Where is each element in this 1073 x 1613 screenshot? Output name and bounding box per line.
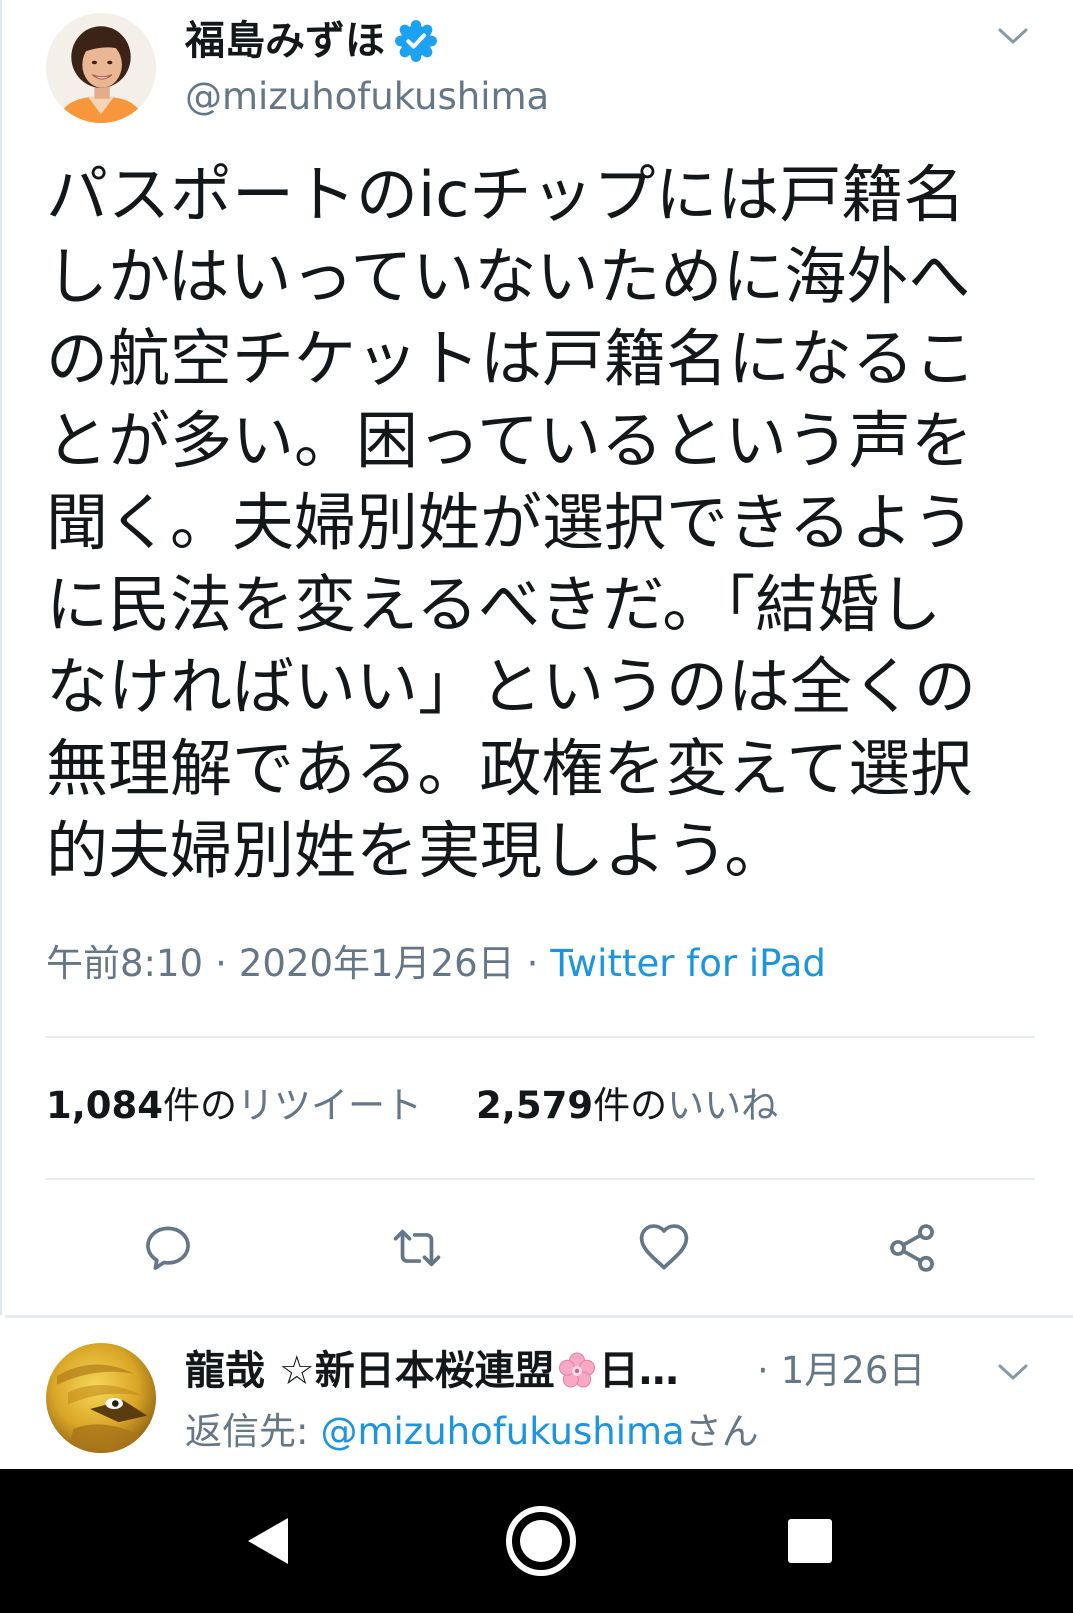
tweet-stats: 1,084 件の リツイート 2,579 件の いいね <box>46 1082 778 1130</box>
divider <box>5 1315 1073 1318</box>
reply-timestamp[interactable]: · 1月26日 <box>757 1347 925 1395</box>
like-icon <box>639 1224 689 1270</box>
reply-author-name-text: 龍哉 ☆新日本桜連盟 <box>185 1348 555 1394</box>
like-count-link[interactable]: 2,579 件の いいね <box>476 1082 778 1130</box>
divider <box>46 1178 1035 1180</box>
tweet-date: 2020年1月26日 <box>238 942 515 985</box>
tweet-meta: 午前8:10 · 2020年1月26日 · Twitter for iPad <box>46 940 826 988</box>
tweet-text-line: 的夫婦別姓を実現しよう。 <box>46 814 787 887</box>
divider <box>46 1036 1035 1038</box>
tweet-text-line: 無理解である。政権を変えて選択 <box>46 732 973 805</box>
tweet-text-line: の航空チケットは戸籍名になるこ <box>46 322 977 395</box>
like-label: いいね <box>667 1084 779 1127</box>
card-left-border <box>0 0 2 1315</box>
retweet-count: 1,084 <box>46 1084 164 1127</box>
reply-author-name[interactable]: 龍哉 ☆新日本桜連盟 日… <box>185 1347 679 1395</box>
reply-date-separator: · <box>757 1349 769 1392</box>
reply-button[interactable] <box>140 1220 196 1276</box>
retweet-label: リツイート <box>237 1084 423 1127</box>
author-name-row: 福島みずほ <box>185 17 437 65</box>
retweet-count-link[interactable]: 1,084 件の リツイート <box>46 1082 422 1130</box>
tweet-text-line: しかはいっていないために海外へ <box>46 240 971 313</box>
navigation-bar <box>0 1469 1073 1613</box>
reply-to-line: 返信先: @mizuhofukushimaさん <box>185 1408 759 1456</box>
meta-separator: · <box>215 942 227 985</box>
author-name[interactable]: 福島みずほ <box>185 17 385 65</box>
author-avatar[interactable] <box>46 13 156 123</box>
tweet-text-line: 聞く。夫婦別姓が選択できるよう <box>46 486 975 559</box>
chevron-down-icon[interactable] <box>998 27 1028 45</box>
tweet-text-line: とが多い。困っているという声を <box>46 404 973 477</box>
like-button[interactable] <box>636 1220 692 1276</box>
verified-badge-icon <box>395 20 437 62</box>
tweet-time: 午前8:10 <box>46 942 204 985</box>
reply-icon <box>146 1226 190 1270</box>
tweet-text-line: パスポートのicチップには戸籍名 <box>46 158 966 231</box>
reply-to-label: 返信先: <box>185 1410 309 1453</box>
reply-to-suffix: さん <box>684 1410 759 1453</box>
like-unit: 件の <box>593 1084 668 1127</box>
retweet-button[interactable] <box>389 1220 445 1276</box>
meta-separator: · <box>526 942 539 985</box>
reply-author-name-truncated: 日… <box>598 1348 679 1394</box>
like-count: 2,579 <box>476 1084 594 1127</box>
tweet-text: パスポートのicチップには戸籍名 しかはいっていないために海外へ の航空チケット… <box>46 154 976 892</box>
author-handle[interactable]: @mizuhofukushima <box>185 74 549 120</box>
retweet-unit: 件の <box>163 1084 238 1127</box>
share-icon <box>890 1224 934 1272</box>
reply-date: 1月26日 <box>780 1349 926 1392</box>
home-icon[interactable] <box>503 1503 579 1579</box>
retweet-icon <box>393 1229 441 1267</box>
back-icon[interactable] <box>240 1513 296 1569</box>
recents-icon[interactable] <box>787 1518 833 1564</box>
cherry-blossom-icon <box>558 1352 595 1388</box>
reply-author-avatar[interactable] <box>46 1343 156 1453</box>
tweet-text-line: なければいい」というのは全くの <box>46 650 977 723</box>
share-button[interactable] <box>884 1220 940 1276</box>
tweet-source-link[interactable]: Twitter for iPad <box>550 942 826 985</box>
chevron-down-icon[interactable] <box>998 1363 1028 1381</box>
reply-to-mention[interactable]: @mizuhofukushima <box>320 1410 684 1453</box>
tweet-text-line: に民法を変えるべきだ。「結婚し <box>46 568 942 641</box>
